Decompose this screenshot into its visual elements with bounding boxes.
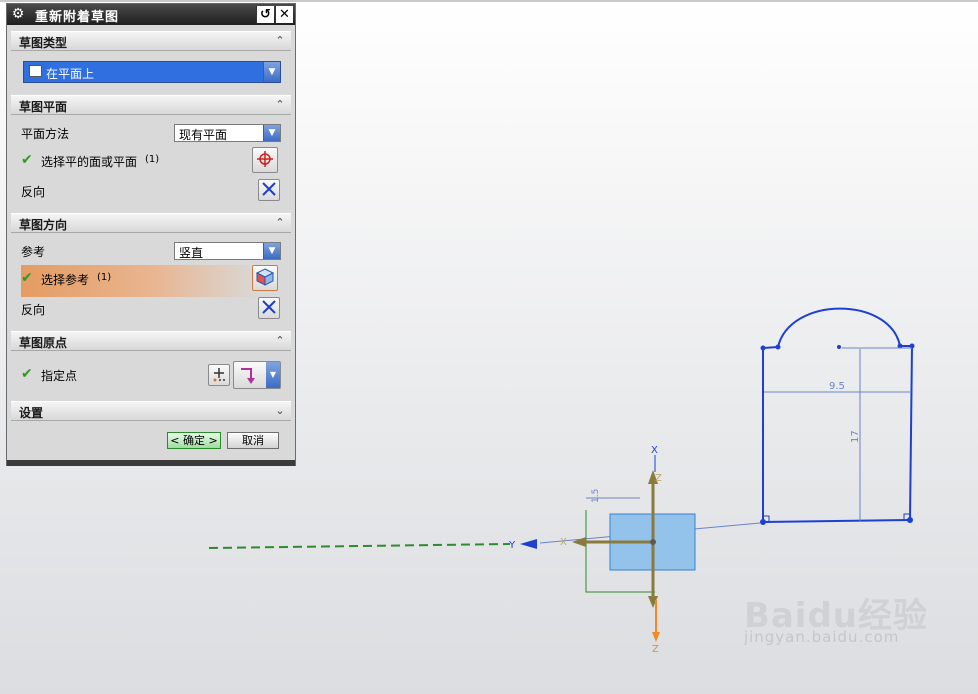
chevron-up-icon[interactable]: ⌃ bbox=[273, 97, 287, 113]
plane-method-label: 平面方法 bbox=[21, 127, 70, 141]
reverse-direction-button[interactable] bbox=[258, 297, 280, 319]
dialog-title: 重新附着草图 bbox=[35, 10, 120, 25]
x-axis-left-arrow-icon bbox=[572, 537, 586, 547]
check-icon: ✔ bbox=[21, 152, 33, 168]
dialog-bottom-bar bbox=[7, 460, 295, 466]
section-sketch-origin-label: 草图原点 bbox=[19, 336, 68, 350]
baidu-watermark: Baidu经验 jingyan.baidu.com bbox=[744, 588, 928, 646]
chevron-down-icon[interactable]: ▼ bbox=[263, 125, 280, 141]
sketch-point-1 bbox=[760, 345, 766, 351]
check-icon: ✔ bbox=[21, 270, 33, 286]
section-settings-label: 设置 bbox=[19, 406, 44, 420]
x-axis-label-left: X bbox=[560, 537, 567, 548]
point-dialog-button[interactable] bbox=[208, 364, 230, 386]
select-face-label: 选择平的面或平面 bbox=[41, 155, 138, 169]
ok-button[interactable]: < 确定 > bbox=[167, 432, 221, 449]
inferred-point-select[interactable]: ▼ bbox=[233, 361, 281, 389]
section-settings-header[interactable]: 设置 ⌄ bbox=[11, 401, 291, 421]
chevron-down-icon[interactable]: ▼ bbox=[263, 243, 280, 259]
check-icon: ✔ bbox=[21, 366, 33, 382]
dimension-height[interactable]: 17 bbox=[850, 430, 861, 443]
reference-label: 参考 bbox=[21, 245, 46, 259]
reverse-direction-icon bbox=[262, 182, 276, 196]
chevron-up-icon[interactable]: ⌃ bbox=[273, 333, 287, 349]
sketch-arc bbox=[777, 307, 901, 348]
reverse-direction-button[interactable] bbox=[258, 179, 280, 201]
crosshair-icon bbox=[257, 151, 273, 167]
sketch-type-select[interactable]: 在平面上 ▼ bbox=[23, 61, 281, 83]
reverse-label: 反向 bbox=[21, 185, 46, 199]
z-axis-label-top: Z bbox=[655, 473, 662, 484]
point-target-button[interactable] bbox=[252, 147, 278, 173]
reference-select[interactable]: 竖直 ▼ bbox=[174, 242, 281, 260]
section-sketch-orientation-header[interactable]: 草图方向 ⌃ bbox=[11, 213, 291, 233]
x-axis-label-top: X bbox=[651, 445, 658, 456]
cancel-button[interactable]: 取消 bbox=[227, 432, 279, 449]
section-sketch-plane-label: 草图平面 bbox=[19, 100, 68, 114]
plane-method-value: 现有平面 bbox=[179, 128, 228, 142]
chevron-up-icon[interactable]: ⌃ bbox=[273, 215, 287, 231]
reverse-direction-icon bbox=[262, 300, 276, 314]
sketch-point-2 bbox=[775, 344, 781, 350]
sketch-line-bottom bbox=[762, 519, 911, 523]
chevron-down-icon[interactable]: ▼ bbox=[266, 362, 280, 388]
section-sketch-plane-header[interactable]: 草图平面 ⌃ bbox=[11, 95, 291, 115]
y-axis-dashed-line bbox=[208, 543, 511, 549]
specify-point-label: 指定点 bbox=[41, 369, 78, 383]
dimension-width[interactable]: 9.5 bbox=[829, 381, 845, 392]
sketch-line-right bbox=[909, 345, 913, 521]
close-icon[interactable]: ✕ bbox=[275, 6, 293, 23]
inferred-point-icon bbox=[241, 368, 255, 384]
plane-type-icon bbox=[29, 65, 42, 77]
section-sketch-type-header[interactable]: 草图类型 ⌃ bbox=[11, 31, 291, 51]
point-constructor-icon bbox=[213, 368, 225, 382]
sketch-point-3 bbox=[837, 345, 841, 349]
plane-method-select[interactable]: 现有平面 ▼ bbox=[174, 124, 281, 142]
cube-icon bbox=[255, 268, 275, 286]
sketch-point-7 bbox=[907, 517, 913, 523]
sketch-type-value: 在平面上 bbox=[46, 67, 95, 81]
select-reference-count: (1) bbox=[97, 272, 112, 283]
chevron-down-icon[interactable]: ⌄ bbox=[273, 403, 287, 419]
dimension-small: 1.5 bbox=[591, 489, 601, 503]
chevron-down-icon[interactable]: ▼ bbox=[263, 62, 280, 82]
section-sketch-origin-header[interactable]: 草图原点 ⌃ bbox=[11, 331, 291, 351]
section-sketch-type-label: 草图类型 bbox=[19, 36, 68, 50]
reattach-sketch-dialog: ⚙ 重新附着草图 ↺ ✕ 草图类型 ⌃ 在平面上 ▼ 草图平面 ⌃ 平面方法 现… bbox=[6, 3, 296, 466]
reference-value: 竖直 bbox=[179, 246, 204, 260]
sketch-profile[interactable] bbox=[760, 307, 915, 525]
watermark-url: jingyan.baidu.com bbox=[743, 628, 900, 646]
select-reference-button[interactable] bbox=[252, 265, 278, 291]
select-face-count: (1) bbox=[145, 154, 160, 165]
y-axis-label: Y bbox=[508, 540, 516, 551]
z-axis-label-bottom: Z bbox=[652, 644, 659, 655]
section-sketch-orientation-label: 草图方向 bbox=[19, 218, 68, 232]
dialog-titlebar[interactable]: ⚙ 重新附着草图 ↺ ✕ bbox=[7, 4, 295, 25]
reverse-label: 反向 bbox=[21, 303, 46, 317]
y-axis-arrow-icon bbox=[520, 539, 537, 549]
origin-point bbox=[650, 539, 656, 545]
select-reference-label: 选择参考 bbox=[41, 273, 90, 287]
z-axis-orange-arrow-icon bbox=[652, 632, 660, 642]
gear-icon[interactable]: ⚙ bbox=[10, 6, 26, 22]
sketch-point-6 bbox=[760, 519, 766, 525]
reset-icon[interactable]: ↺ bbox=[256, 6, 274, 23]
chevron-up-icon[interactable]: ⌃ bbox=[273, 33, 287, 49]
